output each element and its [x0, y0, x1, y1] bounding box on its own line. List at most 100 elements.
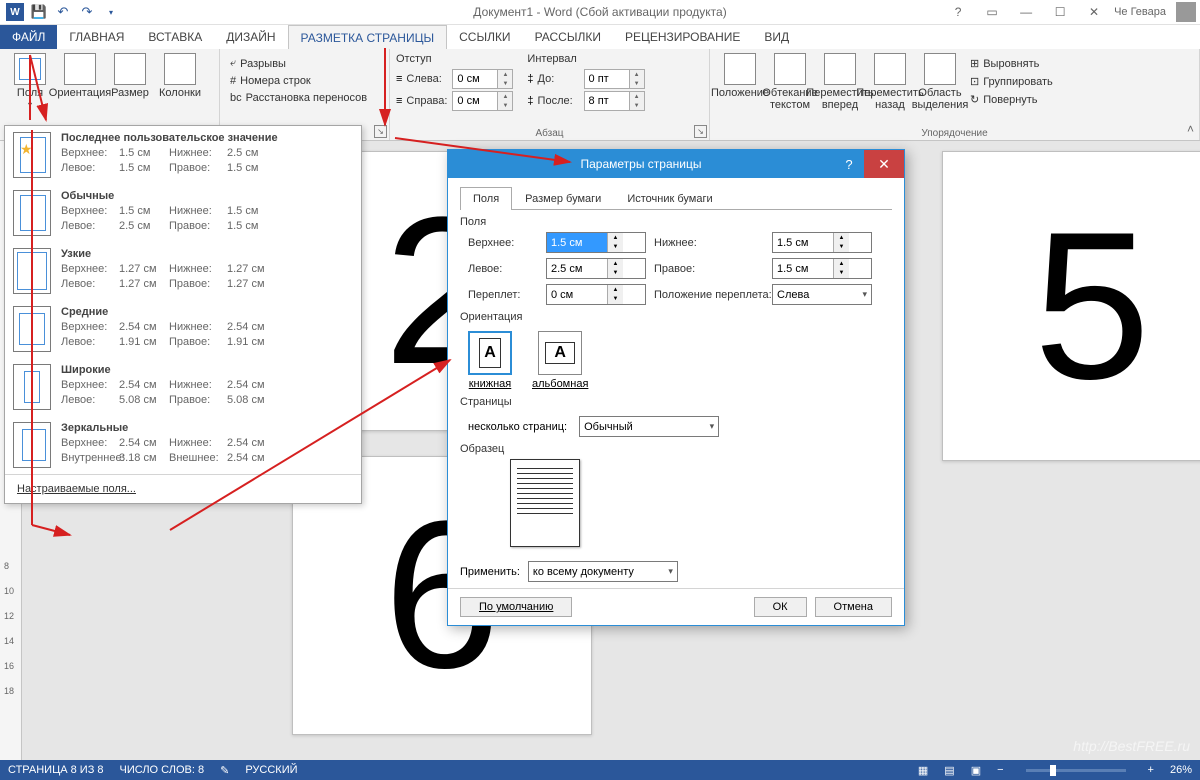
- multiple-pages-select[interactable]: Обычный: [579, 416, 719, 437]
- tab-view[interactable]: ВИД: [752, 25, 801, 49]
- selection-pane-button[interactable]: Область выделения: [916, 51, 964, 113]
- dlg-tab-fields[interactable]: Поля: [460, 187, 512, 210]
- gutter-position-select[interactable]: Слева: [772, 284, 872, 305]
- maximize-icon[interactable]: ☐: [1046, 2, 1074, 22]
- dlg-tab-paper[interactable]: Размер бумаги: [512, 187, 614, 210]
- margin-right-input[interactable]: ▲▼: [772, 258, 872, 279]
- avatar[interactable]: [1176, 2, 1196, 22]
- ribbon-tabs: ФАЙЛ ГЛАВНАЯ ВСТАВКА ДИЗАЙН РАЗМЕТКА СТР…: [0, 25, 1200, 49]
- window-title: Документ1 - Word (Сбой активации продукт…: [473, 5, 726, 19]
- tab-references[interactable]: ССЫЛКИ: [447, 25, 522, 49]
- dialog-close-icon[interactable]: ✕: [864, 150, 904, 178]
- default-button[interactable]: По умолчанию: [460, 597, 572, 617]
- send-backward-button[interactable]: Переместить назад: [866, 51, 914, 113]
- margin-top-input[interactable]: ▲▼: [546, 232, 646, 253]
- gutter-input[interactable]: ▲▼: [546, 284, 646, 305]
- cancel-button[interactable]: Отмена: [815, 597, 892, 617]
- margin-bottom-input[interactable]: ▲▼: [772, 232, 872, 253]
- dialog-help-icon[interactable]: ?: [834, 157, 864, 172]
- margins-button[interactable]: Поля▾: [6, 51, 54, 113]
- indent-left-icon: ≡: [396, 73, 402, 85]
- qat-dropdown-icon[interactable]: ▾: [102, 3, 120, 21]
- zoom-slider[interactable]: [1026, 769, 1126, 772]
- indent-title: Отступ: [396, 53, 513, 65]
- ok-button[interactable]: ОК: [754, 597, 807, 617]
- space-after-icon: ‡: [527, 95, 533, 107]
- status-lang[interactable]: РУССКИЙ: [245, 764, 297, 776]
- zoom-out-icon[interactable]: −: [997, 764, 1003, 776]
- margin-preset-mirror[interactable]: Зеркальные Верхнее:2.54 смНижнее:2.54 см…: [5, 416, 361, 474]
- word-icon: W: [6, 3, 24, 21]
- margin-preset-moderate[interactable]: Средние Верхнее:2.54 смНижнее:2.54 смЛев…: [5, 300, 361, 358]
- columns-button[interactable]: Колонки: [156, 51, 204, 101]
- size-button[interactable]: Размер: [106, 51, 154, 101]
- redo-icon[interactable]: ↷: [78, 3, 96, 21]
- view-read-icon[interactable]: ▤: [944, 764, 954, 777]
- group-button[interactable]: ⊡Группировать: [966, 73, 1057, 90]
- indent-right-icon: ≡: [396, 95, 402, 107]
- backward-icon: [874, 53, 906, 85]
- orientation-group: Ориентация: [460, 311, 892, 323]
- pages-group: Страницы: [460, 396, 892, 408]
- save-icon[interactable]: 💾: [30, 3, 48, 21]
- minimize-icon[interactable]: —: [1012, 2, 1040, 22]
- linenum-icon: #: [230, 75, 236, 87]
- rotate-button[interactable]: ↻Повернуть: [966, 91, 1057, 108]
- breaks-button[interactable]: ⤶Разрывы: [226, 55, 371, 72]
- apply-to-select[interactable]: ко всему документу: [528, 561, 678, 582]
- hyphen-icon: bc: [230, 92, 242, 104]
- indent-left-input[interactable]: ▲▼: [452, 69, 513, 89]
- status-bar: СТРАНИЦА 8 ИЗ 8 ЧИСЛО СЛОВ: 8 ✎ РУССКИЙ …: [0, 760, 1200, 780]
- tab-home[interactable]: ГЛАВНАЯ: [57, 25, 136, 49]
- margin-preset-narrow[interactable]: Узкие Верхнее:1.27 смНижнее:1.27 смЛевое…: [5, 242, 361, 300]
- tab-review[interactable]: РЕЦЕНЗИРОВАНИЕ: [613, 25, 752, 49]
- zoom-in-icon[interactable]: +: [1148, 764, 1154, 776]
- indent-right-input[interactable]: ▲▼: [452, 91, 513, 111]
- margin-preset-wide[interactable]: Широкие Верхнее:2.54 смНижнее:2.54 смЛев…: [5, 358, 361, 416]
- orientation-portrait[interactable]: A книжная: [468, 331, 512, 390]
- preset-icon: [13, 364, 51, 410]
- proofing-icon[interactable]: ✎: [220, 764, 229, 777]
- margin-left-input[interactable]: ▲▼: [546, 258, 646, 279]
- page-setup-launcher-2[interactable]: ↘: [374, 125, 387, 138]
- hyphenation-button[interactable]: bcРасстановка переносов: [226, 90, 371, 106]
- dlg-tab-source[interactable]: Источник бумаги: [614, 187, 725, 210]
- forward-icon: [824, 53, 856, 85]
- zoom-level[interactable]: 26%: [1170, 764, 1192, 776]
- tab-insert[interactable]: ВСТАВКА: [136, 25, 214, 49]
- help-icon[interactable]: ?: [944, 2, 972, 22]
- group-icon: ⊡: [970, 75, 979, 88]
- tab-mailings[interactable]: РАССЫЛКИ: [523, 25, 613, 49]
- close-icon[interactable]: ✕: [1080, 2, 1108, 22]
- space-after-input[interactable]: ▲▼: [584, 91, 645, 111]
- custom-margins-item[interactable]: Настраиваемые поля...: [5, 474, 361, 503]
- position-icon: [724, 53, 756, 85]
- position-button[interactable]: Положение: [716, 51, 764, 101]
- view-web-icon[interactable]: ▣: [971, 764, 981, 777]
- orientation-landscape[interactable]: A альбомная: [532, 331, 588, 390]
- fields-group: Поля: [460, 216, 892, 228]
- ribbon-opts-icon[interactable]: ▭: [978, 2, 1006, 22]
- margin-preset-last[interactable]: ★ Последнее пользовательское значение Ве…: [5, 126, 361, 184]
- undo-icon[interactable]: ↶: [54, 3, 72, 21]
- paragraph-group-label: Абзац: [396, 127, 703, 140]
- view-print-icon[interactable]: ▦: [918, 764, 928, 777]
- paragraph-launcher[interactable]: ↘: [694, 125, 707, 138]
- line-numbers-button[interactable]: #Номера строк: [226, 73, 371, 89]
- collapse-ribbon-icon[interactable]: ˄: [1187, 122, 1194, 136]
- space-before-input[interactable]: ▲▼: [584, 69, 645, 89]
- margin-preset-normal[interactable]: Обычные Верхнее:1.5 смНижнее:1.5 смЛевое…: [5, 184, 361, 242]
- tab-file[interactable]: ФАЙЛ: [0, 25, 57, 49]
- tab-design[interactable]: ДИЗАЙН: [214, 25, 287, 49]
- page-5[interactable]: 5: [942, 151, 1200, 461]
- title-bar: W 💾 ↶ ↷ ▾ Документ1 - Word (Сбой активац…: [0, 0, 1200, 25]
- align-button[interactable]: ⊞Выровнять: [966, 55, 1057, 72]
- spacing-title: Интервал: [527, 53, 644, 65]
- tab-page-layout[interactable]: РАЗМЕТКА СТРАНИЦЫ: [288, 25, 448, 49]
- status-words[interactable]: ЧИСЛО СЛОВ: 8: [120, 764, 205, 776]
- arrange-group-label: Упорядочение: [716, 127, 1193, 140]
- wrap-icon: [774, 53, 806, 85]
- status-page[interactable]: СТРАНИЦА 8 ИЗ 8: [8, 764, 104, 776]
- watermark: http://BestFREE.ru: [1073, 738, 1190, 754]
- orientation-button[interactable]: Ориентация: [56, 51, 104, 101]
